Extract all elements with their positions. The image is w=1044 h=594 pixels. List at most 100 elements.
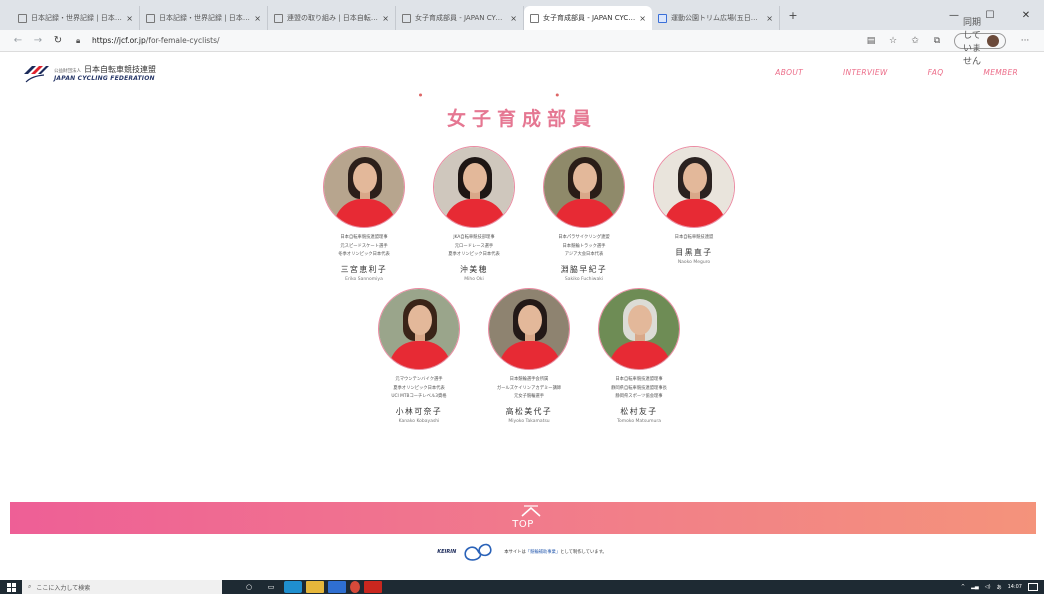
member-photo — [488, 288, 570, 370]
jcf-logo-icon — [24, 66, 49, 83]
close-tab-icon[interactable]: × — [766, 14, 773, 23]
browser-tab[interactable]: 運動公園トリム広場(五日市)JKA × — [652, 6, 780, 30]
affiliation-line: 夏季オリンピック日本代表 — [448, 252, 500, 257]
affiliation-line: 夏季オリンピック日本代表 — [393, 385, 445, 391]
close-tab-icon[interactable]: × — [126, 14, 133, 23]
close-window-icon[interactable]: ✕ — [1008, 0, 1044, 30]
affiliation-line: アジア大会日本代表 — [564, 252, 604, 257]
nav-interview[interactable]: INTERVIEW — [843, 68, 888, 77]
more-menu-icon[interactable]: ··· — [1014, 36, 1036, 46]
affiliation-line: 元スピードスケート選手 — [340, 243, 388, 249]
footer-note: KEIRIN 本サイトは「競輪補助事業」として制作しています。 — [0, 540, 1044, 564]
affiliation-line: JKA自転車競技部理事 — [453, 235, 495, 240]
close-tab-icon[interactable]: × — [382, 14, 389, 23]
page-title: 女子育成部員 — [446, 108, 597, 130]
page-icon — [146, 13, 155, 23]
member-card: 日本自転車競技連盟理事 元スピードスケート選手 冬季オリンピック日本代表 三宮恵利子 E… — [309, 146, 419, 282]
back-to-top-label: TOP — [512, 519, 534, 530]
url-field[interactable]: 🔒︎ https://jcf.or.jp/for-female-cyclists… — [76, 36, 860, 46]
network-icon[interactable]: ▂▄ — [971, 584, 979, 590]
nav-member[interactable]: MEMBER — [983, 68, 1018, 77]
favorite-star-icon[interactable]: ☆ — [882, 36, 904, 46]
close-tab-icon[interactable]: × — [639, 14, 646, 23]
member-affiliation: 元マウンテンバイク選手 夏季オリンピック日本代表 UCI MTBコーチレベル3資格 — [364, 376, 474, 402]
favorites-icon[interactable]: ✩ — [904, 36, 926, 46]
search-icon: ⌕ — [28, 583, 32, 590]
browser-tab[interactable]: 女子育成部員 - JAPAN CYCLING× — [396, 6, 524, 30]
address-bar: ← → ↻ 🔒︎ https://jcf.or.jp/for-female-cy… — [0, 18, 1044, 67]
affiliation-line: 日本自転車競技連盟 — [674, 235, 714, 240]
browser-tab[interactable]: 日本記録・世界記録 | 日本自転車競× — [140, 6, 268, 30]
member-card: 日本自転車競技連盟理事 静岡県自転車競技連盟理事長 静岡県スポーツ協会理事 松村友子 T… — [584, 288, 694, 424]
member-name: 三宮恵利子 — [340, 264, 388, 274]
page-icon — [402, 13, 411, 23]
member-photo — [378, 288, 460, 370]
member-name-roman: Tomoko Matsumura — [617, 418, 661, 424]
page-icon — [530, 13, 539, 23]
browser-tab-strip: 日本記録・世界記録 | 日本自転車競× 日本記録・世界記録 | 日本自転車競× … — [0, 0, 1044, 30]
refresh-icon[interactable]: ↻ — [48, 35, 68, 46]
affiliation-line: 元ロードレース選手 — [454, 243, 494, 249]
back-icon[interactable]: ← — [8, 35, 28, 46]
title-dots: ● ● — [418, 92, 626, 97]
profile-avatar — [987, 34, 999, 47]
member-affiliation: 日本競輪選手会所属 ガールズケイリンアカデミー講師 元女子競輪選手 — [474, 376, 584, 402]
file-explorer-icon[interactable] — [306, 581, 324, 593]
notification-icon[interactable] — [1028, 583, 1038, 591]
member-name-roman: Naoko Meguro — [677, 259, 711, 265]
affiliation-line: 冬季オリンピック日本代表 — [338, 252, 390, 257]
collections-icon[interactable]: ⧉ — [926, 36, 948, 46]
nav-about[interactable]: ABOUT — [775, 68, 803, 77]
member-affiliation: 日本自転車競技連盟 — [639, 234, 749, 243]
keirin-subsidy-link[interactable]: 「競輪補助事業」 — [526, 550, 560, 555]
affiliation-line: 日本競輪選手会所属 — [509, 377, 549, 382]
keirin-logo-icon[interactable] — [460, 541, 500, 563]
clock[interactable]: 14:07 — [1008, 584, 1022, 590]
volume-icon[interactable]: ◁) — [985, 584, 991, 590]
member-photo — [543, 146, 625, 228]
sync-button[interactable]: 同期していません — [954, 18, 1006, 67]
tray-chevron-icon[interactable]: ^ — [961, 584, 965, 590]
member-name: 淵脇早紀子 — [560, 264, 608, 274]
browser-tab[interactable]: 連盟の取り組み | 日本自転車競技連× — [268, 6, 396, 30]
member-affiliation: JKA自転車競技部理事 元ロードレース選手夏季オリンピック日本代表 — [419, 234, 529, 260]
close-tab-icon[interactable]: × — [510, 14, 517, 23]
keirin-logo-text: KEIRIN — [437, 549, 457, 555]
forward-icon[interactable]: → — [28, 35, 48, 46]
affiliation-line: 静岡県スポーツ協会理事 — [615, 394, 663, 399]
browser-tab-active[interactable]: 女子育成部員 - JAPAN CYCLING × — [524, 6, 652, 30]
reader-icon[interactable]: ▤ — [860, 36, 882, 46]
back-to-top-button[interactable]: TOP — [10, 502, 1036, 534]
windows-start-icon[interactable] — [0, 580, 22, 594]
member-name: 高松美代子 — [505, 406, 553, 416]
member-name: 小林可奈子 — [395, 406, 443, 416]
cortana-icon[interactable]: ○ — [240, 581, 258, 593]
affiliation-line: UCI MTBコーチレベル3資格 — [391, 394, 447, 399]
member-photo — [598, 288, 680, 370]
close-tab-icon[interactable]: × — [254, 14, 261, 23]
acrobat-icon[interactable] — [364, 581, 382, 593]
page-icon — [658, 13, 667, 23]
ime-icon[interactable]: あ — [997, 584, 1002, 591]
member-name: 目黒直子 — [675, 247, 713, 257]
site-logo[interactable]: 公益財団法人 日本自転車競技連盟 JAPAN CYCLING FEDERATION — [22, 62, 156, 84]
task-view-icon[interactable]: ▭ — [262, 581, 280, 593]
taskbar-search-input[interactable]: ⌕ ここに入力して検索 — [22, 580, 222, 594]
edge-browser-icon[interactable] — [284, 581, 302, 593]
browser-tab[interactable]: 日本記録・世界記録 | 日本自転車競× — [12, 6, 140, 30]
page-icon — [18, 13, 27, 23]
new-tab-icon[interactable]: + — [784, 9, 802, 22]
member-name-roman: Miho Oki — [464, 276, 484, 282]
chrome-icon[interactable] — [350, 581, 360, 593]
mail-icon[interactable] — [328, 581, 346, 593]
page-icon — [274, 13, 283, 23]
nav-faq[interactable]: FAQ — [928, 68, 944, 77]
member-photo — [653, 146, 735, 228]
member-affiliation: 日本自転車競技連盟理事 元スピードスケート選手 冬季オリンピック日本代表 — [309, 234, 419, 260]
affiliation-line: ガールズケイリンアカデミー講師 — [496, 385, 562, 391]
member-card: 日本自転車競技連盟目黒直子 Naoko Meguro — [639, 146, 749, 265]
member-card: 日本競輪選手会所属 ガールズケイリンアカデミー講師 元女子競輪選手 高松美代子 Miyo… — [474, 288, 584, 424]
affiliation-line: 日本自転車競技連盟理事 — [340, 235, 388, 240]
browser-toolbar: ▤ ☆ ✩ ⧉ 同期していません ··· — [860, 18, 1036, 67]
member-photo — [433, 146, 515, 228]
